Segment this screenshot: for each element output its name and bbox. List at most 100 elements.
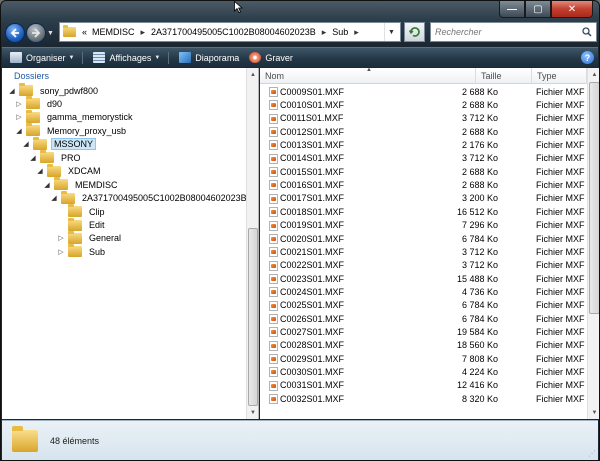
- column-header-name[interactable]: Nom ▲: [260, 67, 476, 84]
- views-button[interactable]: Affichages ▼: [93, 51, 170, 64]
- tree-item[interactable]: Edit: [57, 217, 108, 232]
- breadcrumb-disc-id[interactable]: 2A371700495005C1002B08004602023B: [151, 27, 316, 37]
- file-type: Fichier MXF: [536, 286, 585, 297]
- breadcrumb-separator-icon[interactable]: ▸: [141, 27, 146, 38]
- file-size: 3 712 Ko: [461, 246, 498, 257]
- search-input[interactable]: [435, 27, 575, 37]
- address-dropdown-button[interactable]: ▼: [384, 23, 398, 41]
- scroll-down-icon[interactable]: ▼: [589, 407, 599, 418]
- file-row[interactable]: C0025S01.MXF 6 784 Ko Fichier MXF: [260, 299, 599, 312]
- expanded-arrow-icon[interactable]: ◢: [29, 154, 37, 162]
- tree-item[interactable]: Clip: [57, 204, 108, 218]
- file-row[interactable]: C0021S01.MXF 3 712 Ko Fichier MXF: [260, 245, 599, 258]
- collapsed-arrow-icon[interactable]: ▷: [57, 234, 65, 242]
- tree-item[interactable]: ◢ Memory_proxy_usb: [15, 123, 129, 137]
- column-header-size[interactable]: Taille: [476, 68, 532, 84]
- file-row[interactable]: C0009S01.MXF 2 688 Ko Fichier MXF: [260, 85, 599, 98]
- close-button[interactable]: ✕: [551, 1, 593, 18]
- help-button[interactable]: ?: [581, 51, 594, 64]
- file-row[interactable]: C0012S01.MXF 2 688 Ko Fichier MXF: [260, 125, 599, 138]
- file-row[interactable]: C0010S01.MXF 2 688 Ko Fichier MXF: [260, 98, 599, 111]
- resize-grip-icon[interactable]: ⋰: [588, 449, 596, 458]
- file-row[interactable]: C0011S01.MXF 3 712 Ko Fichier MXF: [260, 112, 599, 125]
- expanded-arrow-icon[interactable]: ◢: [50, 194, 58, 202]
- scroll-down-icon[interactable]: ▼: [248, 407, 258, 418]
- file-size: 7 808 Ko: [461, 353, 498, 364]
- tree-item[interactable]: ◢ MSSONY: [22, 136, 97, 151]
- mxf-file-icon: [269, 113, 278, 124]
- views-label: Affichages: [109, 52, 152, 63]
- collapsed-arrow-icon[interactable]: ▷: [15, 100, 23, 108]
- file-row[interactable]: C0031S01.MXF 12 416 Ko Fichier MXF: [260, 379, 599, 392]
- breadcrumb-memdisc[interactable]: MEMDISC: [92, 27, 135, 37]
- file-type: Fichier MXF: [536, 353, 585, 364]
- mxf-file-icon: [269, 380, 278, 391]
- tree-scrollbar[interactable]: ▲ ▼: [246, 68, 258, 419]
- burn-button[interactable]: Graver: [249, 52, 293, 63]
- maximize-button[interactable]: ▢: [525, 1, 551, 18]
- tree-item[interactable]: ◢ sony_pdwf800: [8, 83, 101, 97]
- forward-button[interactable]: [26, 23, 46, 43]
- breadcrumb-sub[interactable]: Sub: [332, 27, 348, 37]
- file-row[interactable]: C0032S01.MXF 8 320 Ko Fichier MXF: [260, 392, 599, 405]
- organize-button[interactable]: Organiser ▼: [10, 51, 84, 64]
- expanded-arrow-icon[interactable]: ◢: [22, 140, 30, 148]
- minimize-button[interactable]: —: [499, 1, 525, 18]
- tree-item-label: 2A371700495005C1002B08004602023B: [82, 193, 247, 204]
- file-row[interactable]: C0022S01.MXF 3 712 Ko Fichier MXF: [260, 259, 599, 272]
- column-header-type[interactable]: Type: [532, 68, 587, 84]
- collapsed-arrow-icon[interactable]: ▷: [57, 248, 65, 256]
- tree-item[interactable]: ◢ MEMDISC: [43, 177, 121, 191]
- file-row[interactable]: C0027S01.MXF 19 584 Ko Fichier MXF: [260, 325, 599, 338]
- expanded-arrow-icon[interactable]: ◢: [15, 127, 23, 135]
- address-bar[interactable]: « MEMDISC ▸ 2A371700495005C1002B08004602…: [59, 22, 401, 42]
- slideshow-label: Diaporama: [195, 52, 240, 63]
- file-row[interactable]: C0019S01.MXF 7 296 Ko Fichier MXF: [260, 219, 599, 232]
- file-row[interactable]: C0014S01.MXF 3 712 Ko Fichier MXF: [260, 152, 599, 165]
- expanded-arrow-icon[interactable]: ◢: [36, 167, 44, 175]
- search-box[interactable]: [430, 22, 597, 42]
- file-row[interactable]: C0030S01.MXF 4 224 Ko Fichier MXF: [260, 365, 599, 378]
- scrollbar-thumb[interactable]: [248, 228, 258, 406]
- tree-item[interactable]: ▷ d90: [15, 96, 65, 110]
- file-row[interactable]: C0013S01.MXF 2 176 Ko Fichier MXF: [260, 138, 599, 151]
- file-row[interactable]: C0016S01.MXF 2 688 Ko Fichier MXF: [260, 178, 599, 191]
- collapsed-arrow-icon[interactable]: ▷: [15, 113, 23, 121]
- file-row[interactable]: C0026S01.MXF 6 784 Ko Fichier MXF: [260, 312, 599, 325]
- tree-item[interactable]: ▷ Sub: [57, 244, 108, 258]
- back-button[interactable]: [5, 23, 25, 43]
- expanded-arrow-icon[interactable]: ◢: [43, 181, 51, 189]
- expanded-arrow-icon[interactable]: ◢: [8, 87, 16, 95]
- folder-icon: [68, 244, 82, 258]
- folder-icon: [47, 163, 61, 177]
- file-list-scrollbar[interactable]: ▲ ▼: [587, 68, 599, 419]
- file-row[interactable]: C0024S01.MXF 4 736 Ko Fichier MXF: [260, 285, 599, 298]
- file-row[interactable]: C0028S01.MXF 18 560 Ko Fichier MXF: [260, 339, 599, 352]
- tree-item[interactable]: ▷ gamma_memorystick: [15, 109, 136, 124]
- recent-pages-dropdown[interactable]: ▼: [47, 30, 54, 37]
- tree-item[interactable]: ▷ General: [57, 230, 124, 245]
- file-row[interactable]: C0018S01.MXF 16 512 Ko Fichier MXF: [260, 205, 599, 218]
- tree-item[interactable]: ◢ PRO: [29, 150, 84, 164]
- file-row[interactable]: C0017S01.MXF 3 200 Ko Fichier MXF: [260, 192, 599, 205]
- file-row[interactable]: C0020S01.MXF 6 784 Ko Fichier MXF: [260, 232, 599, 245]
- file-row[interactable]: C0015S01.MXF 2 688 Ko Fichier MXF: [260, 165, 599, 178]
- breadcrumb-separator-icon[interactable]: ▸: [354, 27, 359, 38]
- tree-item[interactable]: ◢ XDCAM: [36, 163, 104, 178]
- file-row[interactable]: C0029S01.MXF 7 808 Ko Fichier MXF: [260, 352, 599, 365]
- scrollbar-thumb[interactable]: [589, 82, 599, 314]
- burn-disc-icon: [249, 52, 262, 63]
- folders-header[interactable]: Dossiers: [2, 68, 258, 83]
- scroll-up-icon[interactable]: ▲: [248, 69, 258, 80]
- breadcrumb-overflow[interactable]: «: [82, 27, 87, 37]
- tree-item[interactable]: ◢ 2A371700495005C1002B08004602023B: [50, 190, 250, 205]
- slideshow-button[interactable]: Diaporama: [179, 52, 239, 63]
- refresh-button[interactable]: [404, 22, 425, 42]
- file-name: C0019S01.MXF: [280, 220, 345, 231]
- tree-item-label: gamma_memorystick: [47, 112, 133, 123]
- file-type: Fichier MXF: [536, 180, 585, 191]
- search-icon[interactable]: [582, 27, 592, 37]
- file-row[interactable]: C0023S01.MXF 15 488 Ko Fichier MXF: [260, 272, 599, 285]
- breadcrumb-separator-icon[interactable]: ▸: [322, 27, 327, 38]
- scroll-up-icon[interactable]: ▲: [589, 69, 599, 80]
